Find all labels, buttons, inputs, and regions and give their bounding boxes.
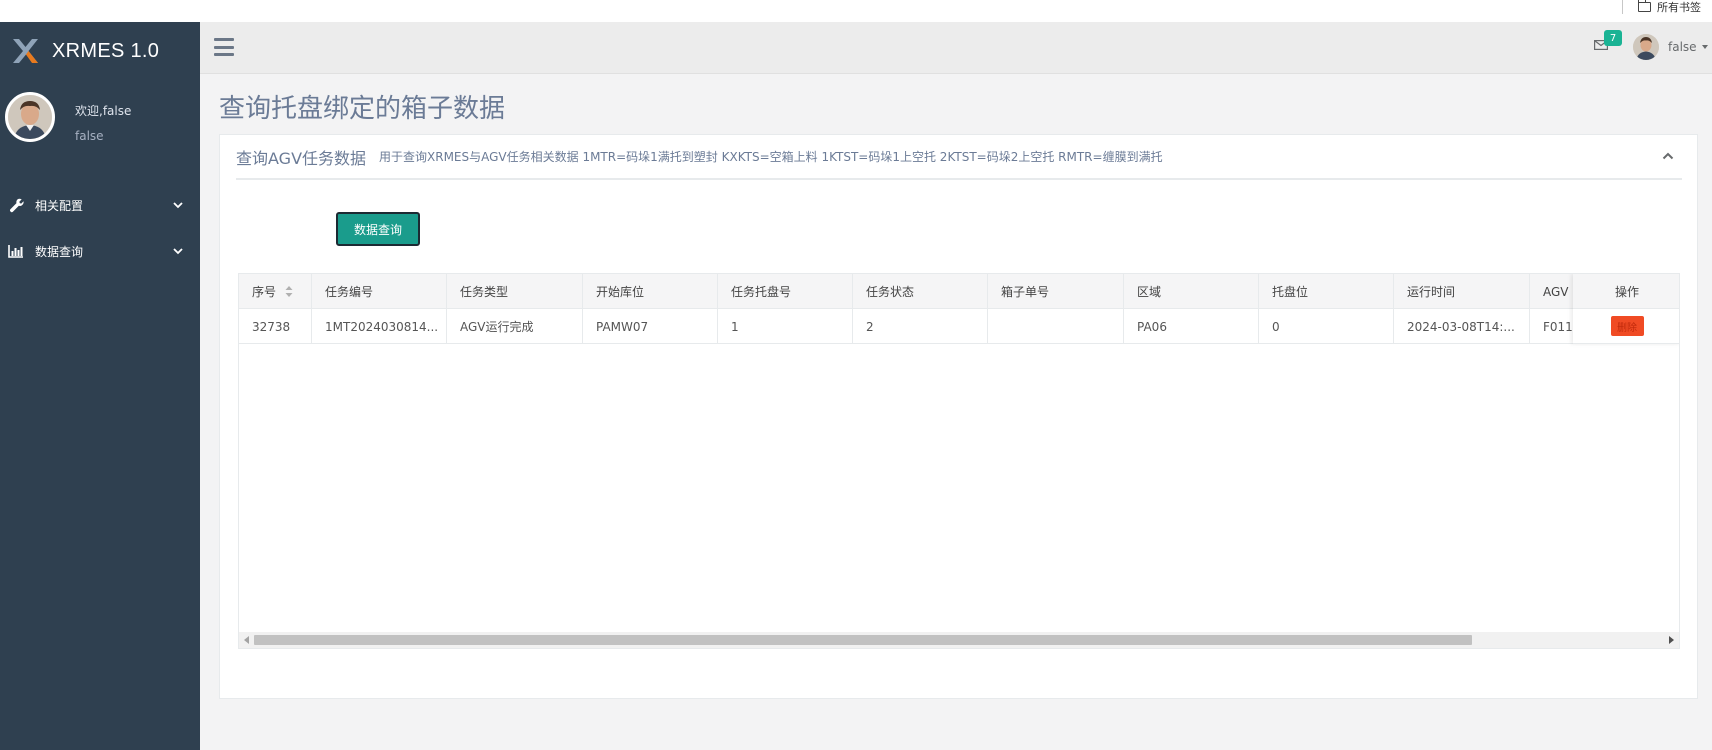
bar-chart-icon (8, 243, 24, 259)
menu-toggle-icon[interactable] (214, 38, 234, 56)
table-cell: 2 (853, 309, 988, 344)
table-cell: 2024-03-08T14:... (1394, 309, 1530, 344)
sidebar-item-label: 相关配置 (35, 198, 84, 213)
user-name: false (1668, 40, 1697, 54)
column-header-task-type[interactable]: 任务类型 (447, 274, 583, 309)
all-bookmarks-label: 所有书签 (1657, 1, 1701, 14)
column-header-task-no[interactable]: 任务编号 (312, 274, 447, 309)
fixed-action-column: 操作 删除 (1573, 274, 1679, 344)
panel-description: 用于查询XRMES与AGV任务相关数据 1MTR=码垛1满托到塑封 KXKTS=… (379, 150, 1163, 164)
scrollbar-thumb[interactable] (254, 635, 1472, 645)
sidebar-item-config[interactable]: 相关配置 (0, 185, 200, 225)
scroll-left-arrow-icon[interactable] (244, 636, 249, 644)
messages-button[interactable]: 7 (1594, 30, 1622, 56)
table-cell: PA06 (1124, 309, 1259, 344)
top-navbar: 7 false (200, 22, 1712, 74)
scroll-right-arrow-icon[interactable] (1669, 636, 1674, 644)
user-menu-toggle[interactable]: false (1668, 40, 1708, 54)
brand-name: XRMES 1.0 (52, 39, 160, 62)
sidebar-item-label: 数据查询 (35, 244, 84, 259)
user-avatar[interactable] (1633, 34, 1659, 60)
profile-avatar[interactable] (5, 92, 55, 142)
sidebar: XRMES 1.0 欢迎,false false 相关配置 数据查询 (0, 22, 200, 750)
panel-header: 查询AGV任务数据 用于查询XRMES与AGV任务相关数据 1MTR=码垛1满托… (236, 135, 1682, 180)
table-cell (988, 309, 1124, 344)
action-cell: 删除 (1573, 309, 1679, 344)
panel-title: 查询AGV任务数据 (236, 148, 367, 168)
table-row[interactable]: 32738 1MT2024030814... AGV运行完成 PAMW07 1 … (239, 309, 1665, 344)
all-bookmarks-link[interactable]: 所有书签 (1637, 0, 1701, 14)
column-header-action: 操作 (1573, 274, 1679, 309)
column-header-run-time[interactable]: 运行时间 (1394, 274, 1530, 309)
table-cell: 1MT2024030814... (312, 309, 447, 344)
sort-icon[interactable] (285, 286, 293, 297)
table-cell: AGV运行完成 (447, 309, 583, 344)
agv-task-panel: 查询AGV任务数据 用于查询XRMES与AGV任务相关数据 1MTR=码垛1满托… (219, 134, 1698, 699)
browser-bookmarks-bar: 所有书签 (0, 0, 1712, 22)
message-count-badge: 7 (1604, 30, 1622, 46)
column-header-box-no[interactable]: 箱子单号 (988, 274, 1124, 309)
user-photo-icon (1633, 34, 1659, 60)
data-table: 序号 任务编号 任务类型 开始库位 任务托盘号 任务状态 箱子单号 区域 托盘位… (238, 273, 1680, 649)
table-cell: 1 (718, 309, 853, 344)
brand[interactable]: XRMES 1.0 (10, 36, 159, 66)
table-cell: 32738 (239, 309, 312, 344)
sidebar-item-data-query[interactable]: 数据查询 (0, 231, 200, 271)
column-header-task-status[interactable]: 任务状态 (853, 274, 988, 309)
chevron-up-icon[interactable] (1662, 151, 1674, 161)
folder-icon (1637, 0, 1651, 12)
column-header-seq[interactable]: 序号 (239, 274, 312, 309)
delete-button[interactable]: 删除 (1610, 316, 1644, 336)
xrmes-logo-icon (13, 39, 38, 63)
chevron-down-icon (173, 202, 183, 209)
table-header-row: 序号 任务编号 任务类型 开始库位 任务托盘号 任务状态 箱子单号 区域 托盘位… (239, 274, 1665, 309)
table-cell: PAMW07 (583, 309, 718, 344)
page-title: 查询托盘绑定的箱子数据 (219, 94, 506, 124)
profile-role: false (75, 129, 104, 143)
chevron-down-icon (173, 248, 183, 255)
horizontal-scrollbar[interactable] (239, 632, 1679, 648)
column-header-task-pallet-no[interactable]: 任务托盘号 (718, 274, 853, 309)
column-header-start-location[interactable]: 开始库位 (583, 274, 718, 309)
table-cell: 0 (1259, 309, 1394, 344)
profile-welcome: 欢迎,false (75, 104, 132, 118)
column-header-pallet-slot[interactable]: 托盘位 (1259, 274, 1394, 309)
caret-down-icon (1701, 45, 1708, 49)
column-header-label: 序号 (252, 285, 277, 299)
wrench-icon (8, 197, 24, 213)
bookmarks-divider (1622, 0, 1623, 14)
data-query-button[interactable]: 数据查询 (336, 212, 420, 246)
column-header-area[interactable]: 区域 (1124, 274, 1259, 309)
user-photo-icon (8, 95, 52, 139)
